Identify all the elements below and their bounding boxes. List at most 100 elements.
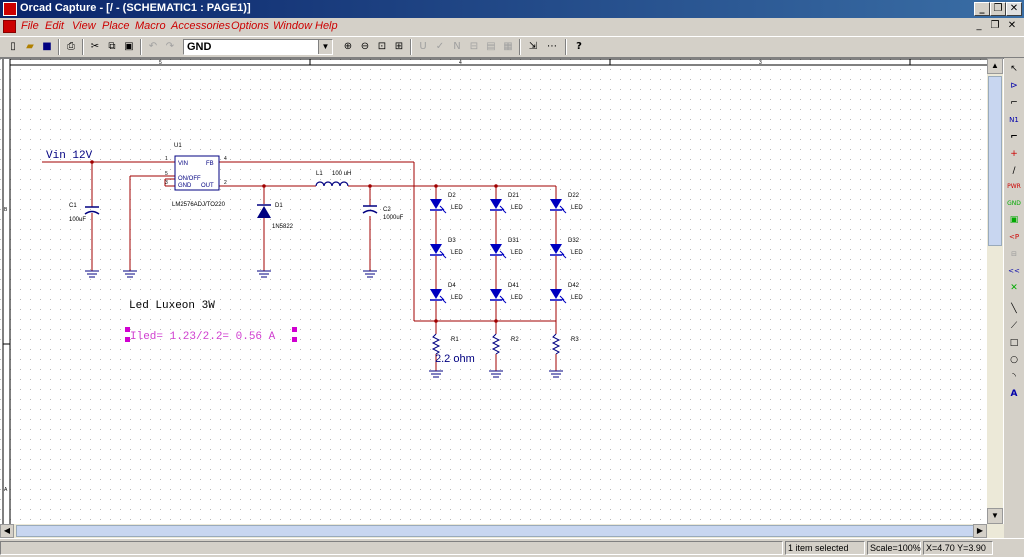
horizontal-scrollbar[interactable]: ◀ ▶	[0, 524, 1004, 538]
save-icon[interactable]: ■	[39, 39, 55, 55]
scroll-up-icon[interactable]: ▲	[987, 58, 1003, 74]
help-icon[interactable]: ?	[571, 39, 587, 55]
led-value: LED	[451, 250, 463, 256]
place-part-icon[interactable]: ⊳	[1006, 79, 1022, 94]
redo-icon[interactable]: ↷	[162, 39, 178, 55]
menu-edit[interactable]: Edit	[45, 20, 64, 32]
place-no-connect-icon[interactable]: ✕	[1006, 281, 1022, 296]
schematic-window[interactable]: 5 4 3 B A Vin 12V U1 VIN FB ON/OFF GND O…	[0, 58, 1004, 525]
mdi-close-button[interactable]: ✕	[1005, 19, 1019, 33]
scroll-left-icon[interactable]: ◀	[0, 524, 14, 538]
place-off-page-connector-icon[interactable]: <<	[1006, 264, 1022, 279]
copy-icon[interactable]: ⧉	[104, 39, 120, 55]
u1-ref: U1	[174, 143, 182, 149]
c1-value: 100uF	[69, 217, 86, 223]
place-power-icon[interactable]: PWR	[1006, 179, 1022, 194]
open-icon[interactable]: ▰	[22, 39, 38, 55]
scale-status: Scale=100%	[867, 541, 921, 555]
menu-place[interactable]: Place	[102, 20, 130, 32]
place-hierarchical-block-icon[interactable]: ▣	[1006, 213, 1022, 228]
place-line-icon[interactable]: ╲	[1006, 302, 1022, 317]
zoom-out-icon[interactable]: ⊖	[357, 39, 373, 55]
schematic-canvas[interactable]: 5 4 3 B A Vin 12V U1 VIN FB ON/OFF GND O…	[0, 59, 987, 525]
design-rules-check-icon[interactable]: ✓	[432, 39, 448, 55]
u1-pin-number: 4	[224, 156, 227, 162]
cross-reference-icon[interactable]: ⊟	[466, 39, 482, 55]
new-icon[interactable]: ▯	[5, 39, 21, 55]
u1-pin-fb: FB	[206, 161, 214, 167]
led-ref: D22	[568, 193, 580, 199]
vin-net-label[interactable]: Vin 12V	[46, 150, 93, 162]
annotate-icon[interactable]: U	[415, 39, 431, 55]
led-ref: D3	[448, 238, 456, 244]
document-icon[interactable]	[3, 20, 16, 33]
u1-pin-out: OUT	[201, 183, 214, 189]
zoom-in-icon[interactable]: ⊕	[340, 39, 356, 55]
minimize-button[interactable]: _	[974, 2, 990, 16]
status-bar: 1 item selected Scale=100% X=4.70 Y=3.90	[0, 538, 1024, 557]
u1-part-name: LM2576ADJ/TO220	[172, 202, 226, 208]
coordinate-status: X=4.70 Y=3.90	[923, 541, 993, 555]
undo-icon[interactable]: ↶	[145, 39, 161, 55]
menu-view[interactable]: View	[72, 20, 96, 32]
orcad-app-icon[interactable]	[3, 2, 17, 16]
place-ground-icon[interactable]: GND	[1006, 196, 1022, 211]
place-port-icon[interactable]: <P	[1006, 230, 1022, 245]
vertical-scrollbar[interactable]: ▲ ▼	[987, 58, 1003, 524]
title-bar: Orcad Capture - [/ - (SCHEMATIC1 : PAGE1…	[0, 0, 1024, 18]
place-arc-icon[interactable]: ◝	[1006, 370, 1022, 385]
toolbar: ▯ ▰ ■ ⎙ ✂ ⧉ ▣ ↶ ↷ GND ▼ ⊕ ⊖ ⊡ ⊞ U ✓ N ⊟ …	[0, 36, 1024, 58]
horizontal-scroll-thumb[interactable]	[16, 525, 976, 537]
led-value: LED	[451, 205, 463, 211]
menu-help[interactable]: Help	[315, 20, 338, 32]
snap-to-grid-icon[interactable]: ⇲	[525, 39, 541, 55]
create-netlist-icon[interactable]: N	[449, 39, 465, 55]
place-net-alias-icon[interactable]: N1	[1006, 113, 1022, 128]
cut-icon[interactable]: ✂	[87, 39, 103, 55]
place-bus-entry-icon[interactable]: ∕	[1006, 164, 1022, 179]
menu-macro[interactable]: Macro	[135, 20, 166, 32]
zoom-area-icon[interactable]: ⊡	[374, 39, 390, 55]
mdi-minimize-button[interactable]: _	[972, 19, 986, 33]
chevron-down-icon[interactable]: ▼	[318, 40, 332, 54]
c2-ref: C2	[383, 207, 391, 213]
place-ellipse-icon[interactable]: ○	[1006, 353, 1022, 368]
l1-ref: L1	[316, 171, 323, 177]
bill-of-materials-icon[interactable]: ▤	[483, 39, 499, 55]
table-icon[interactable]: ▦	[500, 39, 516, 55]
select-arrow-icon[interactable]: ↖	[1006, 62, 1022, 77]
led-value: LED	[571, 295, 583, 301]
scroll-right-icon[interactable]: ▶	[973, 524, 987, 538]
status-message	[0, 541, 783, 555]
place-text-icon[interactable]: A	[1006, 387, 1022, 402]
place-junction-icon[interactable]: +	[1006, 147, 1022, 162]
maximize-button[interactable]: ❐	[990, 2, 1006, 16]
toolbar-separator	[519, 39, 521, 55]
paste-icon[interactable]: ▣	[121, 39, 137, 55]
vertical-scroll-thumb[interactable]	[988, 76, 1002, 246]
led-ref: D4	[448, 283, 456, 289]
menu-file[interactable]: File	[21, 20, 39, 32]
zoom-all-icon[interactable]: ⊞	[391, 39, 407, 55]
close-button[interactable]: ✕	[1006, 2, 1022, 16]
place-wire-icon[interactable]: ⌐	[1006, 96, 1022, 111]
place-hierarchical-pin-icon[interactable]: ⊟	[1006, 247, 1022, 262]
print-icon[interactable]: ⎙	[63, 39, 79, 55]
note-led-luxeon[interactable]: Led Luxeon 3W	[129, 300, 215, 312]
led-ref: D31	[508, 238, 520, 244]
menu-accessories[interactable]: Accessories	[171, 20, 230, 32]
menu-options[interactable]: Options	[231, 20, 269, 32]
l1-value: 100 uH	[332, 171, 351, 177]
place-rectangle-icon[interactable]: □	[1006, 336, 1022, 351]
led-ref: D41	[508, 283, 520, 289]
place-bus-icon[interactable]: ⌐	[1006, 130, 1022, 145]
r1-value: 2.2 ohm	[435, 353, 475, 365]
mdi-restore-button[interactable]: ❐	[988, 19, 1002, 33]
menu-window[interactable]: Window	[273, 20, 312, 32]
led-ref: D42	[568, 283, 580, 289]
area-select-icon[interactable]: ⋯	[544, 39, 560, 55]
part-value-combo[interactable]: GND ▼	[183, 39, 333, 55]
u1-pin-number: 3	[165, 180, 168, 186]
place-polyline-icon[interactable]: ⟋	[1006, 319, 1022, 334]
scroll-down-icon[interactable]: ▼	[987, 508, 1003, 524]
